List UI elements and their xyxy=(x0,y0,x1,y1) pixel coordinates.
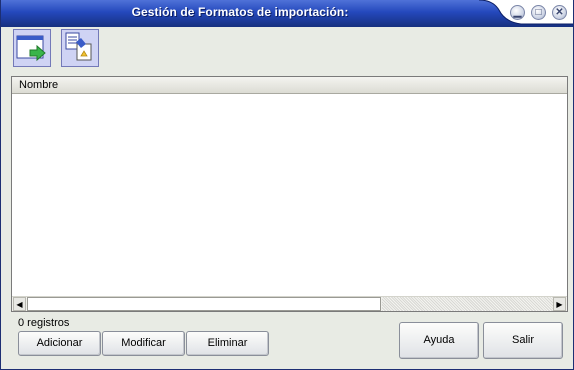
list-header: Nombre xyxy=(12,77,567,94)
minimize-button[interactable]: ▁ xyxy=(510,5,525,20)
window-export-arrow-icon xyxy=(16,35,46,62)
exit-button[interactable]: Salir xyxy=(483,322,563,359)
maximize-icon: □ xyxy=(535,6,542,18)
maximize-button[interactable]: □ xyxy=(531,5,546,20)
arrow-right-icon: ▶ xyxy=(556,299,563,309)
help-button-label: Ayuda xyxy=(423,334,455,346)
close-button[interactable]: ✕ xyxy=(552,5,567,20)
column-header-nombre[interactable]: Nombre xyxy=(19,79,58,91)
scroll-left-button[interactable]: ◀ xyxy=(13,297,26,311)
scrollbar-track[interactable] xyxy=(382,297,553,311)
exit-button-label: Salir xyxy=(511,334,534,346)
modify-button[interactable]: Modificar xyxy=(102,331,185,356)
close-icon: ✕ xyxy=(555,6,564,18)
document-edit-icon xyxy=(65,32,92,61)
help-button[interactable]: Ayuda xyxy=(399,322,479,359)
formats-list[interactable]: Nombre ◀ ▶ xyxy=(11,76,568,312)
export-format-button[interactable] xyxy=(13,29,51,67)
import-formats-window: Gestión de Formatos de importación: ▁ □ … xyxy=(0,0,574,370)
edit-format-button[interactable] xyxy=(61,29,99,67)
scroll-right-button[interactable]: ▶ xyxy=(553,297,566,311)
title-bar[interactable]: Gestión de Formatos de importación: ▁ □ … xyxy=(1,0,573,27)
add-button[interactable]: Adicionar xyxy=(18,331,101,356)
horizontal-scrollbar[interactable]: ◀ ▶ xyxy=(12,296,567,311)
add-button-label: Adicionar xyxy=(36,337,83,349)
delete-button-label: Eliminar xyxy=(207,337,248,349)
delete-button[interactable]: Eliminar xyxy=(186,331,269,356)
modify-button-label: Modificar xyxy=(121,337,166,349)
minimize-icon: ▁ xyxy=(513,6,522,18)
records-count: 0 registros xyxy=(18,317,70,329)
arrow-left-icon: ◀ xyxy=(16,299,23,309)
toolbar xyxy=(9,29,567,71)
window-title: Gestión de Formatos de importación: xyxy=(131,5,349,19)
scrollbar-thumb[interactable] xyxy=(27,297,381,311)
